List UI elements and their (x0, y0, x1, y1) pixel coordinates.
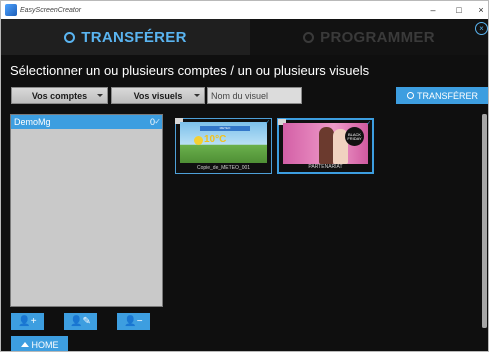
visuals-dropdown[interactable]: Vos visuels (111, 87, 205, 104)
visual-thumbnail[interactable]: METEO 10°C ✓ Copie_de_METEO_001 (175, 118, 272, 174)
home-button[interactable]: HOME (11, 336, 68, 351)
accounts-dropdown[interactable]: Vos comptes (11, 87, 108, 104)
remove-user-button[interactable]: 👤− (117, 313, 150, 330)
user-add-icon: 👤+ (18, 316, 37, 327)
accounts-dropdown-label: Vos comptes (31, 90, 88, 101)
tab-programmer[interactable]: PROGRAMMER (250, 19, 488, 55)
chevron-down-icon (194, 94, 200, 97)
refresh-icon (64, 31, 76, 43)
meteo-preview-image: METEO 10°C (180, 122, 267, 163)
refresh-icon (406, 92, 414, 99)
person-figure (319, 127, 334, 164)
user-remove-icon: 👤− (124, 316, 143, 327)
transfer-button[interactable]: TRANSFÉRER (396, 87, 488, 104)
check-icon: ✓ (264, 120, 270, 126)
tab-transferer[interactable]: TRANSFÉRER (1, 19, 250, 55)
tab-programmer-label: PROGRAMMER (320, 28, 435, 46)
account-name: DemoMg (14, 117, 51, 127)
user-edit-icon: 👤✎ (70, 316, 91, 327)
scrollbar[interactable] (482, 114, 487, 328)
close-icon[interactable]: × (475, 22, 488, 35)
chevron-down-icon (97, 94, 103, 97)
visual-thumbnail[interactable]: BLACK FRIDAY ✓ PARTENARIAT (277, 118, 374, 174)
title-bar: EasyScreenCreator – □ × (1, 1, 488, 19)
app-window: EasyScreenCreator – □ × TRANSFÉRER PROGR… (0, 0, 489, 352)
app-icon (5, 4, 17, 16)
edit-user-button[interactable]: 👤✎ (64, 313, 97, 330)
scrollbar-thumb[interactable] (482, 114, 487, 328)
visual-caption: PARTENARIAT (308, 164, 343, 170)
close-window-button[interactable]: × (470, 1, 488, 19)
sun-icon (194, 136, 203, 145)
partenariat-preview-image: BLACK FRIDAY (283, 123, 368, 164)
visuals-dropdown-label: Vos visuels (133, 90, 183, 101)
meteo-banner: METEO (200, 126, 250, 131)
transfer-button-label: TRANSFÉRER (416, 90, 478, 101)
meteo-temperature: 10°C (204, 134, 227, 145)
tab-transferer-label: TRANSFÉRER (81, 28, 187, 46)
tab-bar: TRANSFÉRER PROGRAMMER (1, 19, 488, 55)
check-icon: ✓ (154, 117, 161, 126)
clock-icon (303, 31, 315, 43)
window-title: EasyScreenCreator (20, 6, 82, 14)
black-friday-badge: BLACK FRIDAY (345, 127, 364, 146)
visual-caption: Copie_de_METEO_001 (196, 165, 251, 171)
home-icon (20, 342, 29, 347)
home-button-label: HOME (31, 339, 59, 350)
instruction-text: Sélectionner un ou plusieurs comptes / u… (10, 63, 370, 78)
visual-name-input[interactable] (207, 87, 302, 104)
minimize-button[interactable]: – (422, 1, 444, 19)
check-icon: ✓ (365, 121, 371, 127)
add-user-button[interactable]: 👤+ (11, 313, 44, 330)
list-item[interactable]: DemoMg 0 ✓ (11, 115, 162, 129)
maximize-button[interactable]: □ (448, 1, 470, 19)
accounts-list: DemoMg 0 ✓ (10, 114, 163, 307)
